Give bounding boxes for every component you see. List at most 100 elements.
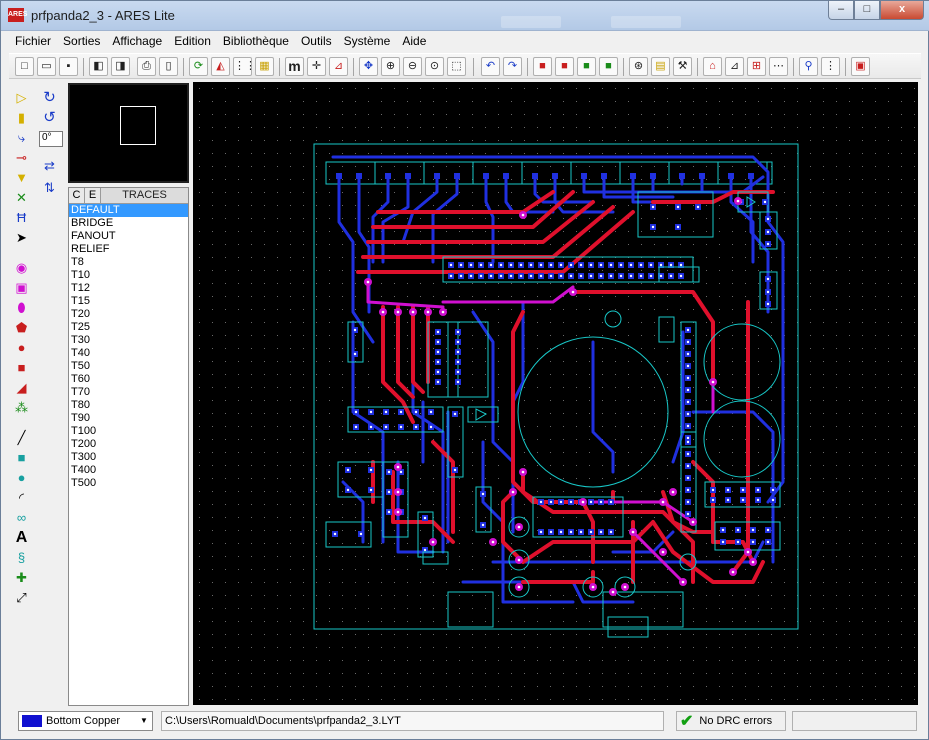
pcb-edit-canvas[interactable]: [193, 82, 918, 705]
trace-item[interactable]: T50: [69, 360, 188, 373]
ratsnest-icon[interactable]: ✕: [12, 189, 31, 207]
paste-icon[interactable]: ■: [577, 57, 596, 76]
trace-item[interactable]: T100: [69, 425, 188, 438]
trace-item[interactable]: T15: [69, 295, 188, 308]
trace-item[interactable]: BRIDGE: [69, 217, 188, 230]
menu-fichier[interactable]: Fichier: [9, 32, 57, 52]
zone-icon[interactable]: ▼: [12, 169, 31, 187]
menu-aide[interactable]: Aide: [396, 32, 432, 52]
chevron-down-icon[interactable]: ▼: [138, 714, 150, 728]
connectivity-icon[interactable]: Ħ: [12, 209, 31, 227]
menu-edition[interactable]: Edition: [168, 32, 217, 52]
open-folder-icon[interactable]: ▭: [37, 57, 56, 76]
rotation-angle-field[interactable]: 0°: [39, 131, 63, 147]
library-icon[interactable]: ▤: [651, 57, 670, 76]
menu-bibliotheque[interactable]: Bibliothèque: [217, 32, 295, 52]
trace-item[interactable]: T70: [69, 386, 188, 399]
package-icon[interactable]: ▮: [12, 109, 31, 127]
traces-c-button[interactable]: C: [69, 188, 85, 203]
trace-item[interactable]: T25: [69, 321, 188, 334]
circle-pad-icon[interactable]: ●: [12, 339, 31, 357]
trace-item[interactable]: T90: [69, 412, 188, 425]
line-icon[interactable]: ╱: [12, 429, 31, 447]
symbol-icon[interactable]: §: [12, 549, 31, 567]
path-icon[interactable]: ∞: [12, 509, 31, 527]
trace-item[interactable]: T12: [69, 282, 188, 295]
drc-status[interactable]: ✔ No DRC errors: [676, 711, 786, 731]
square-pad-icon[interactable]: ▣: [12, 279, 31, 297]
zoom-in-icon[interactable]: ⊕: [381, 57, 400, 76]
mirror-vertical-icon[interactable]: ⇅: [40, 179, 59, 197]
netlist-icon[interactable]: ⋯: [769, 57, 788, 76]
origin-icon[interactable]: ✛: [307, 57, 326, 76]
flip-icon[interactable]: ◭: [211, 57, 230, 76]
maximize-button[interactable]: □: [854, 1, 880, 20]
padstack-icon[interactable]: ⁂: [12, 399, 31, 417]
grid-icon[interactable]: ⋮⋮: [233, 57, 256, 76]
trace-item[interactable]: T500: [69, 477, 188, 490]
menu-affichage[interactable]: Affichage: [106, 32, 168, 52]
trace-item[interactable]: T300: [69, 451, 188, 464]
trace-item[interactable]: RELIEF: [69, 243, 188, 256]
layer-selector[interactable]: Bottom Copper ▼: [18, 711, 153, 731]
box-icon[interactable]: ■: [12, 449, 31, 467]
title-bar[interactable]: ARES prfpanda2_3 - ARES Lite – □ x: [1, 1, 929, 31]
dil-pad-icon[interactable]: ⬮: [12, 299, 31, 317]
search-icon[interactable]: ⚲: [799, 57, 818, 76]
rotate-ccw-icon[interactable]: ↺: [40, 109, 59, 127]
trace-item[interactable]: T20: [69, 308, 188, 321]
rotate-cw-icon[interactable]: ↻: [40, 89, 59, 107]
trace-item[interactable]: T400: [69, 464, 188, 477]
mirror-horizontal-icon[interactable]: ⇄: [40, 157, 59, 175]
round-pad-icon[interactable]: ◉: [12, 259, 31, 277]
save-icon[interactable]: ▪: [59, 57, 78, 76]
polygon-pad-icon[interactable]: ◢: [12, 379, 31, 397]
power-icon[interactable]: ⊞: [747, 57, 766, 76]
refresh-icon[interactable]: ⟳: [189, 57, 208, 76]
place-icon[interactable]: ⊿: [725, 57, 744, 76]
close-button[interactable]: x: [880, 1, 924, 20]
metric-icon[interactable]: m: [285, 57, 304, 76]
zoom-area-icon[interactable]: ⬚: [447, 57, 466, 76]
rect-pad-icon[interactable]: ■: [12, 359, 31, 377]
layers-icon[interactable]: ▦: [255, 57, 274, 76]
redo-icon[interactable]: ↷: [503, 57, 522, 76]
dimension-icon[interactable]: ⤢: [12, 589, 31, 607]
new-file-icon[interactable]: □: [15, 57, 34, 76]
undo-icon[interactable]: ↶: [481, 57, 500, 76]
trace-item[interactable]: DEFAULT: [69, 204, 188, 217]
component-icon[interactable]: ▷: [12, 89, 31, 107]
page-icon[interactable]: ▯: [159, 57, 178, 76]
zoom-extent-icon[interactable]: ⊙: [425, 57, 444, 76]
block-icon[interactable]: ⋮: [821, 57, 840, 76]
track-icon[interactable]: ⤷: [12, 129, 31, 147]
autoroute-icon[interactable]: ⌂: [703, 57, 722, 76]
menu-outils[interactable]: Outils: [295, 32, 338, 52]
minimize-button[interactable]: –: [828, 1, 854, 20]
traces-e-button[interactable]: E: [85, 188, 101, 203]
arc-icon[interactable]: ◜: [12, 489, 31, 507]
trace-item[interactable]: T30: [69, 334, 188, 347]
report-icon[interactable]: ▣: [851, 57, 870, 76]
cut-icon[interactable]: ■: [533, 57, 552, 76]
trace-item[interactable]: T10: [69, 269, 188, 282]
menu-sorties[interactable]: Sorties: [57, 32, 106, 52]
edge-pad-icon[interactable]: ⬟: [12, 319, 31, 337]
text-icon[interactable]: A: [12, 529, 31, 547]
export-icon[interactable]: ◨: [111, 57, 130, 76]
marker-icon[interactable]: ✚: [12, 569, 31, 587]
menu-systeme[interactable]: Système: [338, 32, 397, 52]
trace-item[interactable]: T40: [69, 347, 188, 360]
via-icon[interactable]: ⊸: [12, 149, 31, 167]
trace-item[interactable]: T200: [69, 438, 188, 451]
delete-icon[interactable]: ■: [599, 57, 618, 76]
trace-item[interactable]: T80: [69, 399, 188, 412]
overview-window[interactable]: [68, 83, 189, 183]
circle-icon[interactable]: ●: [12, 469, 31, 487]
pick-icon[interactable]: ⊛: [629, 57, 648, 76]
trace-item[interactable]: FANOUT: [69, 230, 188, 243]
import-icon[interactable]: ◧: [89, 57, 108, 76]
select-icon[interactable]: ➤: [12, 229, 31, 247]
print-icon[interactable]: ⎙: [137, 57, 156, 76]
tools-icon[interactable]: ⚒: [673, 57, 692, 76]
